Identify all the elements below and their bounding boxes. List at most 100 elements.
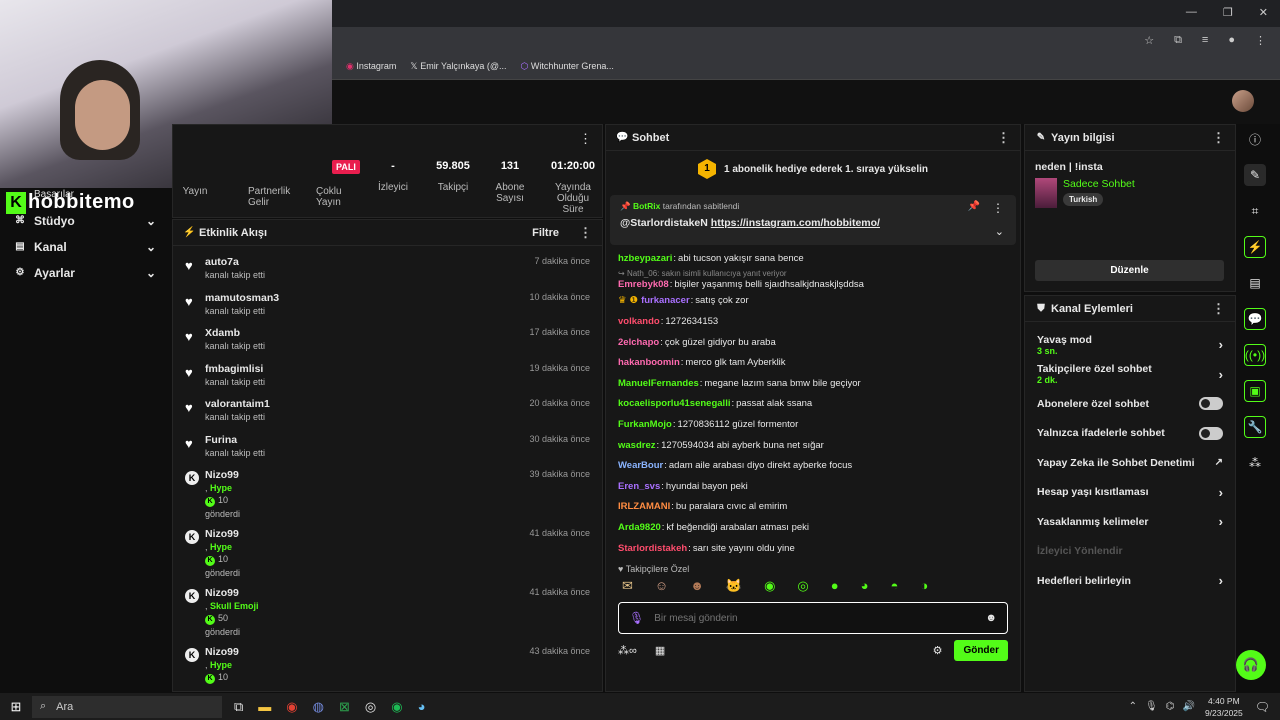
mic-icon[interactable]: 🎙 bbox=[629, 611, 644, 625]
chat-username[interactable]: Eren_svs bbox=[618, 481, 660, 492]
chat-icon[interactable]: 💬 bbox=[1244, 308, 1266, 330]
restore-icon[interactable]: ❐ bbox=[1223, 6, 1233, 19]
lightning-icon[interactable]: ⚡ bbox=[1244, 236, 1266, 258]
chat-message[interactable]: ManuelFernandes: megane lazım sana bmw b… bbox=[606, 373, 1020, 394]
star-icon[interactable]: ☆ bbox=[1144, 34, 1154, 47]
chat-username[interactable]: Arda9820 bbox=[618, 522, 661, 533]
media-icon[interactable]: ≡ bbox=[1202, 34, 1208, 47]
activity-item[interactable]: K Nizo99, Hype K 10 gönderdi 41 dakika önce bbox=[173, 524, 602, 583]
emote-green6-icon[interactable]: ◑ bbox=[920, 578, 928, 594]
chat-username[interactable]: Starlordistakeh bbox=[618, 543, 687, 554]
unpin-icon[interactable]: 📌 bbox=[968, 201, 980, 212]
settings-icon[interactable]: ⚙ bbox=[933, 644, 943, 657]
chat-input-box[interactable]: 🎙 ☻ bbox=[618, 602, 1008, 635]
wrench-icon[interactable]: 🔧 bbox=[1244, 416, 1266, 438]
drops-icon[interactable]: ⁂ bbox=[1244, 452, 1266, 474]
filter-button[interactable]: Filtre bbox=[532, 227, 559, 239]
pinned-link[interactable]: https://instagram.com/hobbitemo/ bbox=[711, 217, 880, 229]
send-button[interactable]: Gönder bbox=[954, 640, 1008, 662]
minimize-icon[interactable]: — bbox=[1186, 6, 1197, 19]
volume-icon[interactable]: 🔊 bbox=[1182, 701, 1194, 712]
chat-username[interactable]: 2elchapo bbox=[618, 337, 659, 348]
chat-username[interactable]: FurkanMojo bbox=[618, 419, 672, 430]
crop-icon[interactable]: ⌗ bbox=[1244, 200, 1266, 222]
options-icon[interactable]: ⋮ bbox=[997, 130, 1010, 146]
sidebar-item-studio[interactable]: ⌘ Stüdyo ⌄ bbox=[0, 208, 170, 234]
chat-username[interactable]: IRLZAMANI bbox=[618, 501, 670, 512]
chat-username[interactable]: hzbeypazari bbox=[618, 253, 672, 264]
network-icon[interactable]: ⌬ bbox=[1166, 701, 1175, 712]
channel-action-item[interactable]: Yavaş mod 3 sn. › bbox=[1025, 330, 1235, 360]
channel-action-item[interactable]: Hedefleri belirleyin › bbox=[1025, 566, 1235, 596]
chat-username[interactable]: kocaelisporlu41senegalli bbox=[618, 398, 730, 409]
gift-banner[interactable]: 1 1 abonelik hediye ederek 1. sıraya yük… bbox=[606, 151, 1020, 187]
chat-message[interactable]: ♛ ❶ furkanacer: satış çok zor bbox=[606, 291, 1020, 312]
avatar[interactable] bbox=[1232, 90, 1254, 112]
channel-action-item[interactable]: Takipçilere özel sohbet 2 dk. › bbox=[1025, 360, 1235, 390]
channel-action-item[interactable]: Abonelere özel sohbet bbox=[1025, 389, 1235, 419]
emote-green3-icon[interactable]: ● bbox=[831, 578, 839, 594]
document-icon[interactable]: ▤ bbox=[1244, 272, 1266, 294]
support-button[interactable]: 🎧 bbox=[1236, 650, 1266, 680]
chat-username[interactable]: Emrebyk08 bbox=[618, 279, 669, 290]
bookmark-x[interactable]: 𝕏 Emir Yalçınkaya (@... bbox=[410, 61, 506, 72]
emote-face2-icon[interactable]: ☻ bbox=[690, 578, 704, 594]
emote-face-icon[interactable]: ☺ bbox=[655, 578, 668, 594]
emote-green4-icon[interactable]: ◕ bbox=[861, 578, 869, 594]
chat-message[interactable]: hzbeypazari: abi tucson yakışır sana ben… bbox=[606, 248, 1020, 269]
chat-message[interactable]: Arda9820: kf beğendiği arabaları atması … bbox=[606, 517, 1020, 538]
activity-item[interactable]: ♥ mamutosman3 kanalı takip etti 10 dakika ö… bbox=[173, 288, 602, 324]
chat-username[interactable]: volkando bbox=[618, 316, 660, 327]
category-name[interactable]: Sadece Sohbet bbox=[1063, 178, 1135, 190]
steam-icon[interactable]: ◕ bbox=[418, 699, 426, 715]
bookmark-witchhunter[interactable]: ⬡ Witchhunter Grena... bbox=[521, 61, 614, 72]
chat-message[interactable]: 2elchapo: çok güzel gidiyor bu araba bbox=[606, 332, 1020, 353]
options-icon[interactable]: ⋮ bbox=[579, 131, 592, 147]
toggle-switch[interactable] bbox=[1199, 426, 1223, 440]
clock-time[interactable]: 4:40 PM bbox=[1205, 695, 1243, 707]
activity-item[interactable]: ♥ auto7a kanalı takip etti 7 dakika önce bbox=[173, 252, 602, 288]
options-icon[interactable]: ⋮ bbox=[579, 225, 592, 241]
channel-action-item[interactable]: Yapay Zeka ile Sohbet Denetimi ↗ bbox=[1025, 448, 1235, 478]
info-icon[interactable]: ⓘ bbox=[1244, 128, 1266, 150]
chrome-icon[interactable]: ◉ bbox=[286, 699, 297, 715]
activity-item[interactable]: ♥ fmbagimlisi kanalı takip etti 19 dakika ö… bbox=[173, 359, 602, 395]
chat-username[interactable]: hakanboomin bbox=[618, 357, 680, 368]
options-icon[interactable]: ⋮ bbox=[1212, 130, 1225, 146]
chat-username[interactable]: WearBour bbox=[618, 460, 663, 471]
windows-start-icon[interactable]: ⊞ bbox=[0, 699, 32, 715]
notifications-icon[interactable]: 🗨 bbox=[1255, 700, 1270, 714]
chat-username[interactable]: furkanacer bbox=[641, 295, 690, 306]
emote-envelope-icon[interactable]: ✉ bbox=[622, 578, 633, 594]
emote-green5-icon[interactable]: ◓ bbox=[890, 578, 898, 594]
sidebar-item-settings[interactable]: ⚙ Ayarlar ⌄ bbox=[0, 260, 170, 286]
store-icon[interactable]: ▦ bbox=[655, 644, 665, 657]
drops-icon[interactable]: ⁂∞ bbox=[618, 644, 637, 657]
channel-action-item[interactable]: Hesap yaşı kısıtlaması › bbox=[1025, 478, 1235, 508]
channel-action-item[interactable]: Yalnızca ifadelerle sohbet bbox=[1025, 419, 1235, 449]
chat-message[interactable]: volkando: 1272634153 bbox=[606, 311, 1020, 332]
chat-message[interactable]: wasdrez: 1270594034 abi ayberk buna net … bbox=[606, 435, 1020, 456]
activity-item[interactable]: K Nizo99, Hype K 10 gönderdi 39 dakika önce bbox=[173, 465, 602, 524]
file-explorer-icon[interactable]: ▬ bbox=[258, 699, 271, 715]
options-icon[interactable]: ⋮ bbox=[992, 201, 1004, 215]
emote-green1-icon[interactable]: ◉ bbox=[764, 578, 775, 594]
chat-message[interactable]: Emrebyk08: bişiler yaşanmış belli sjaıdh… bbox=[606, 279, 1020, 291]
chat-message[interactable]: FurkanMojo: 1270836112 güzel formentor bbox=[606, 414, 1020, 435]
channel-action-item[interactable]: Yasaklanmış kelimeler › bbox=[1025, 507, 1235, 537]
chat-message[interactable]: IRLZAMANI: bu paralara cıvıc al emirim bbox=[606, 497, 1020, 518]
activity-item[interactable]: ♥ Furina kanalı takip etti 30 dakika önce bbox=[173, 430, 602, 466]
options-icon[interactable]: ⋮ bbox=[1212, 301, 1225, 317]
obs-icon[interactable]: ◎ bbox=[365, 699, 376, 715]
chevron-down-icon[interactable]: ⌄ bbox=[995, 225, 1004, 238]
clock-date[interactable]: 9/23/2025 bbox=[1205, 707, 1243, 719]
broadcast-icon[interactable]: ((•)) bbox=[1244, 344, 1266, 366]
chat-message[interactable]: Starlordistakeh: sarı site yayını oldu y… bbox=[606, 538, 1020, 559]
emote-green2-icon[interactable]: ◎ bbox=[797, 578, 808, 594]
chat-username[interactable]: ManuelFernandes bbox=[618, 378, 699, 389]
task-view-icon[interactable]: ⧉ bbox=[234, 699, 243, 715]
activity-item[interactable]: ♥ Xdamb kanalı takip etti 17 dakika önce bbox=[173, 323, 602, 359]
pinned-message[interactable]: 📌 BotRix tarafından sabitlendi @Starlord… bbox=[610, 195, 1016, 245]
chat-message[interactable]: hakanboomin: merco glk tam Ayberklik bbox=[606, 352, 1020, 373]
extensions-icon[interactable]: ⧉ bbox=[1174, 34, 1182, 47]
